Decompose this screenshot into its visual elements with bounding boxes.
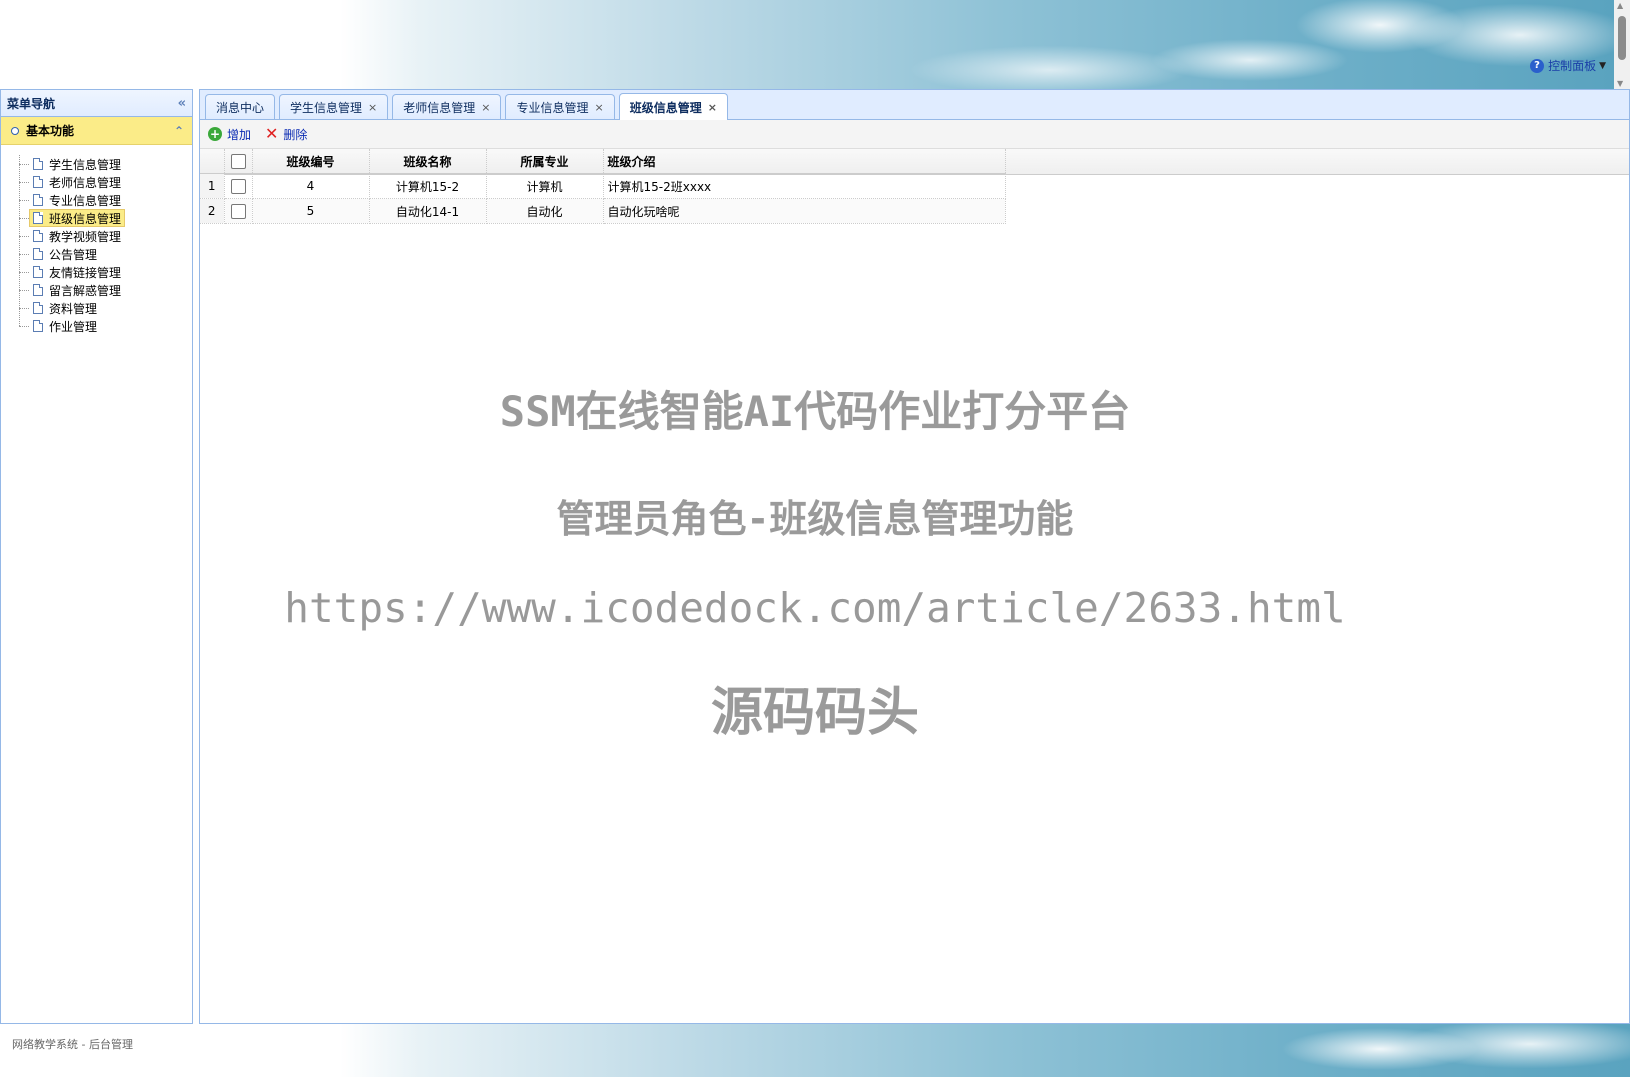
file-icon (33, 158, 43, 170)
sidebar-item-label: 班级信息管理 (49, 211, 122, 226)
sidebar-item-label: 专业信息管理 (49, 193, 122, 208)
scrollbar[interactable]: ▲ ▼ (1614, 0, 1630, 89)
file-icon (33, 266, 43, 278)
close-icon[interactable]: × (368, 101, 377, 114)
sidebar-item-label: 公告管理 (49, 247, 98, 262)
sidebar-item-class[interactable]: 班级信息管理 (19, 209, 192, 227)
tab-bar: 消息中心 学生信息管理 × 老师信息管理 × 专业信息管理 × 班级信息管理 × (200, 90, 1629, 120)
help-icon: ? (1530, 58, 1545, 73)
tab-label: 专业信息管理 (516, 100, 589, 115)
collapse-up-icon[interactable]: ⌃ (174, 124, 184, 138)
sidebar-item-label: 作业管理 (49, 319, 98, 334)
cell-class-id: 4 (252, 173, 370, 199)
data-grid: 班级编号 班级名称 所属专业 班级介绍 1 4 计算机15-2 计算机 计算机1… (200, 149, 1629, 224)
cell-class-name: 计算机15-2 (369, 173, 487, 199)
cell-major: 计算机 (486, 173, 604, 199)
column-header[interactable]: 班级介绍 (603, 149, 1006, 174)
delete-label: 删除 (283, 127, 308, 142)
file-icon (33, 212, 43, 224)
tab-label: 学生信息管理 (290, 100, 363, 115)
row-number: 2 (200, 198, 225, 224)
header-banner: ? 控制面板 ▼ (0, 0, 1614, 89)
close-icon[interactable]: × (595, 101, 604, 114)
toolbar: + 增加 ✕ 删除 (200, 120, 1629, 149)
delete-icon: ✕ (265, 124, 279, 143)
row-number: 1 (200, 173, 225, 199)
file-icon (33, 248, 43, 260)
sidebar-item-label: 教学视频管理 (49, 229, 122, 244)
sidebar-item-label: 资料管理 (49, 301, 98, 316)
sidebar-item-homework[interactable]: 作业管理 (19, 317, 192, 335)
main-panel: 消息中心 学生信息管理 × 老师信息管理 × 专业信息管理 × 班级信息管理 ×… (199, 89, 1630, 1024)
tab-label: 消息中心 (216, 100, 265, 115)
sidebar-item-links[interactable]: 友情链接管理 (19, 263, 192, 281)
row-checkbox[interactable] (230, 203, 246, 219)
tab-teacher[interactable]: 老师信息管理 × (392, 94, 502, 119)
accordion-title: 基本功能 (26, 124, 75, 138)
tab-label: 班级信息管理 (629, 100, 702, 115)
scrollbar-thumb[interactable] (1618, 16, 1626, 60)
cell-major: 自动化 (486, 198, 604, 224)
add-label: 增加 (227, 127, 252, 142)
control-panel-menu[interactable]: ? 控制面板 ▼ (1530, 57, 1606, 74)
sidebar-item-major[interactable]: 专业信息管理 (19, 191, 192, 209)
sidebar-item-label: 友情链接管理 (49, 265, 122, 280)
control-panel-label: 控制面板 (1548, 59, 1597, 73)
file-icon (33, 320, 43, 332)
row-checkbox-cell[interactable] (224, 173, 253, 199)
accordion-basic-functions[interactable]: 基本功能 ⌃ (1, 117, 192, 145)
sidebar-menu: 学生信息管理 老师信息管理 专业信息管理 班级信息管理 教学视频管理 公告管理 … (1, 145, 192, 335)
table-header-row: 班级编号 班级名称 所属专业 班级介绍 (200, 149, 1006, 174)
add-icon: + (208, 127, 222, 141)
sidebar-item-label: 学生信息管理 (49, 157, 122, 172)
table-row[interactable]: 2 5 自动化14-1 自动化 自动化玩啥呢 (200, 198, 1006, 224)
row-checkbox[interactable] (230, 178, 246, 194)
scroll-down-icon[interactable]: ▼ (1617, 79, 1623, 88)
sidebar-item-teacher[interactable]: 老师信息管理 (19, 173, 192, 191)
add-button[interactable]: + 增加 (208, 126, 251, 143)
select-all-checkbox[interactable] (230, 153, 246, 169)
sidebar: 菜单导航 « 基本功能 ⌃ 学生信息管理 老师信息管理 专业信息管理 班级信息管… (0, 89, 193, 1024)
column-header[interactable]: 班级名称 (369, 149, 487, 174)
cell-intro: 自动化玩啥呢 (603, 198, 1006, 224)
cell-class-name: 自动化14-1 (369, 198, 487, 224)
sidebar-item-notice[interactable]: 公告管理 (19, 245, 192, 263)
rownum-header (200, 149, 225, 174)
footer-text: 网络教学系统 - 后台管理 (12, 1038, 133, 1051)
column-header[interactable]: 班级编号 (252, 149, 370, 174)
tab-message-center[interactable]: 消息中心 (205, 94, 276, 119)
collapse-left-icon[interactable]: « (178, 96, 186, 111)
file-icon (33, 230, 43, 242)
file-icon (33, 176, 43, 188)
select-all-checkbox-cell[interactable] (224, 149, 253, 174)
scroll-up-icon[interactable]: ▲ (1617, 1, 1623, 10)
close-icon[interactable]: × (481, 101, 490, 114)
sidebar-item-label: 留言解惑管理 (49, 283, 122, 298)
cell-class-id: 5 (252, 198, 370, 224)
bullet-icon (11, 126, 19, 135)
file-icon (33, 194, 43, 206)
sidebar-item-student[interactable]: 学生信息管理 (19, 155, 192, 173)
tab-major[interactable]: 专业信息管理 × (505, 94, 615, 119)
sidebar-title: 菜单导航 (7, 96, 56, 111)
cell-intro: 计算机15-2班xxxx (603, 173, 1006, 199)
close-icon[interactable]: × (708, 101, 717, 114)
sidebar-item-materials[interactable]: 资料管理 (19, 299, 192, 317)
sidebar-item-messages[interactable]: 留言解惑管理 (19, 281, 192, 299)
file-icon (33, 302, 43, 314)
tab-student[interactable]: 学生信息管理 × (279, 94, 389, 119)
caret-down-icon: ▼ (1599, 60, 1606, 71)
sidebar-header: 菜单导航 « (1, 90, 192, 117)
row-checkbox-cell[interactable] (224, 198, 253, 224)
class-table: 班级编号 班级名称 所属专业 班级介绍 1 4 计算机15-2 计算机 计算机1… (200, 149, 1006, 224)
file-icon (33, 284, 43, 296)
delete-button[interactable]: ✕ 删除 (265, 126, 307, 143)
tab-label: 老师信息管理 (403, 100, 476, 115)
sidebar-item-video[interactable]: 教学视频管理 (19, 227, 192, 245)
column-header[interactable]: 所属专业 (486, 149, 604, 174)
table-row[interactable]: 1 4 计算机15-2 计算机 计算机15-2班xxxx (200, 173, 1006, 199)
footer: 网络教学系统 - 后台管理 (0, 1024, 1630, 1077)
tab-class[interactable]: 班级信息管理 × (618, 93, 728, 120)
sidebar-item-label: 老师信息管理 (49, 175, 122, 190)
